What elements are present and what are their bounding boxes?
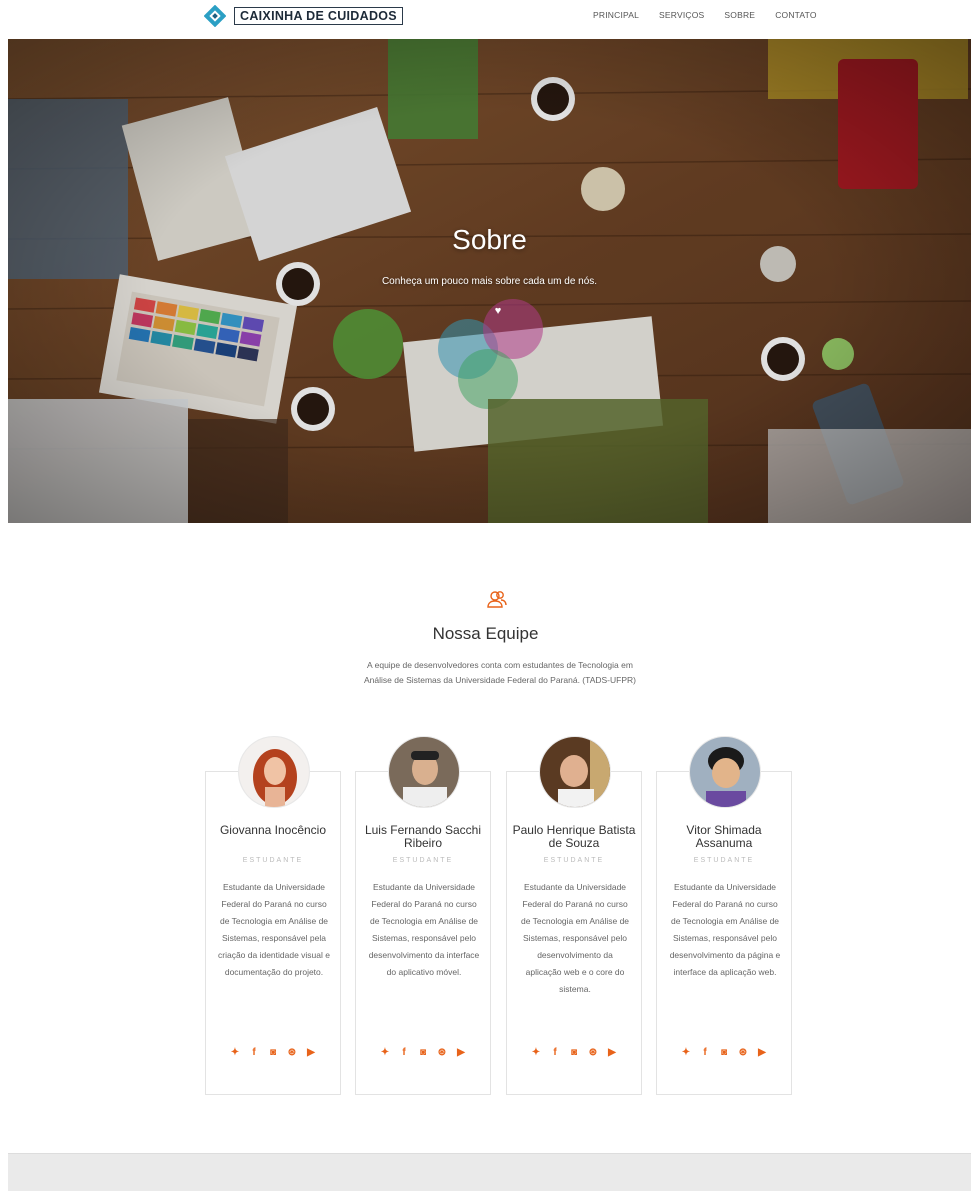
main-menu: PRINCIPAL SERVIÇOS SOBRE CONTATO: [593, 10, 817, 20]
facebook-icon[interactable]: f: [700, 1047, 711, 1058]
member-bio: Estudante da Universidade Federal do Par…: [669, 882, 781, 977]
logo-diamond-icon: [203, 4, 227, 28]
instagram-icon[interactable]: ◙: [719, 1047, 730, 1058]
youtube-icon[interactable]: ▶: [757, 1047, 768, 1058]
team-card: Paulo Henrique Batista de Souza ESTUDANT…: [506, 736, 642, 1095]
member-role: ESTUDANTE: [543, 857, 605, 864]
member-role: ESTUDANTE: [242, 857, 304, 864]
member-role: ESTUDANTE: [392, 857, 454, 864]
member-name: Giovanna Inocêncio: [219, 823, 327, 837]
menu-item-sobre[interactable]: SOBRE: [724, 10, 755, 20]
social-links: ✦ f ◙ ⊛ ▶: [206, 1047, 340, 1058]
youtube-icon[interactable]: ▶: [607, 1047, 618, 1058]
instagram-icon[interactable]: ◙: [268, 1047, 279, 1058]
dribbble-icon[interactable]: ⊛: [287, 1047, 298, 1058]
twitter-icon[interactable]: ✦: [681, 1047, 692, 1058]
dribbble-icon[interactable]: ⊛: [738, 1047, 749, 1058]
menu-item-contato[interactable]: CONTATO: [775, 10, 817, 20]
member-name: Vitor Shimada Assanuma: [686, 823, 762, 850]
member-role: ESTUDANTE: [693, 857, 755, 864]
avatar: [238, 736, 310, 808]
brand-name: CAIXINHA DE CUIDADOS: [234, 7, 403, 25]
twitter-icon[interactable]: ✦: [531, 1047, 542, 1058]
youtube-icon[interactable]: ▶: [306, 1047, 317, 1058]
twitter-icon[interactable]: ✦: [380, 1047, 391, 1058]
dribbble-icon[interactable]: ⊛: [437, 1047, 448, 1058]
member-name: Luis Fernando Sacchi Ribeiro: [364, 823, 482, 850]
social-links: ✦ f ◙ ⊛ ▶: [356, 1047, 490, 1058]
users-icon: [485, 588, 509, 612]
footer: [8, 1153, 971, 1191]
avatar: [689, 736, 761, 808]
social-links: ✦ f ◙ ⊛ ▶: [507, 1047, 641, 1058]
hero-subtitle: Conheça um pouco mais sobre cada um de n…: [381, 276, 598, 287]
member-name: Paulo Henrique Batista de Souza: [512, 823, 636, 850]
team-card: Luis Fernando Sacchi Ribeiro ESTUDANTE E…: [355, 736, 491, 1095]
youtube-icon[interactable]: ▶: [456, 1047, 467, 1058]
hero-title: Sobre: [452, 224, 527, 255]
twitter-icon[interactable]: ✦: [230, 1047, 241, 1058]
social-links: ✦ f ◙ ⊛ ▶: [657, 1047, 791, 1058]
instagram-icon[interactable]: ◙: [418, 1047, 429, 1058]
hero-banner: Sobre Conheça um pouco mais sobre cada u…: [8, 39, 971, 523]
team-card: Vitor Shimada Assanuma ESTUDANTE Estudan…: [656, 736, 792, 1095]
avatar: [388, 736, 460, 808]
heart-icon: ♥: [494, 305, 502, 317]
avatar: [539, 736, 611, 808]
instagram-icon[interactable]: ◙: [569, 1047, 580, 1058]
brand-logo[interactable]: CAIXINHA DE CUIDADOS: [203, 4, 403, 28]
section-title: Nossa Equipe: [432, 624, 539, 643]
facebook-icon[interactable]: f: [550, 1047, 561, 1058]
member-bio: Estudante da Universidade Federal do Par…: [218, 882, 330, 977]
member-bio: Estudante da Universidade Federal do Par…: [520, 882, 630, 994]
menu-item-principal[interactable]: PRINCIPAL: [593, 10, 639, 20]
facebook-icon[interactable]: f: [249, 1047, 260, 1058]
section-description: A equipe de desenvolvedores conta com es…: [364, 660, 636, 685]
team-card: Giovanna Inocêncio ESTUDANTE Estudante d…: [205, 736, 341, 1095]
dribbble-icon[interactable]: ⊛: [588, 1047, 599, 1058]
top-navbar: CAIXINHA DE CUIDADOS PRINCIPAL SERVIÇOS …: [0, 0, 971, 38]
member-bio: Estudante da Universidade Federal do Par…: [368, 882, 480, 977]
menu-item-servicos[interactable]: SERVIÇOS: [659, 10, 704, 20]
facebook-icon[interactable]: f: [399, 1047, 410, 1058]
